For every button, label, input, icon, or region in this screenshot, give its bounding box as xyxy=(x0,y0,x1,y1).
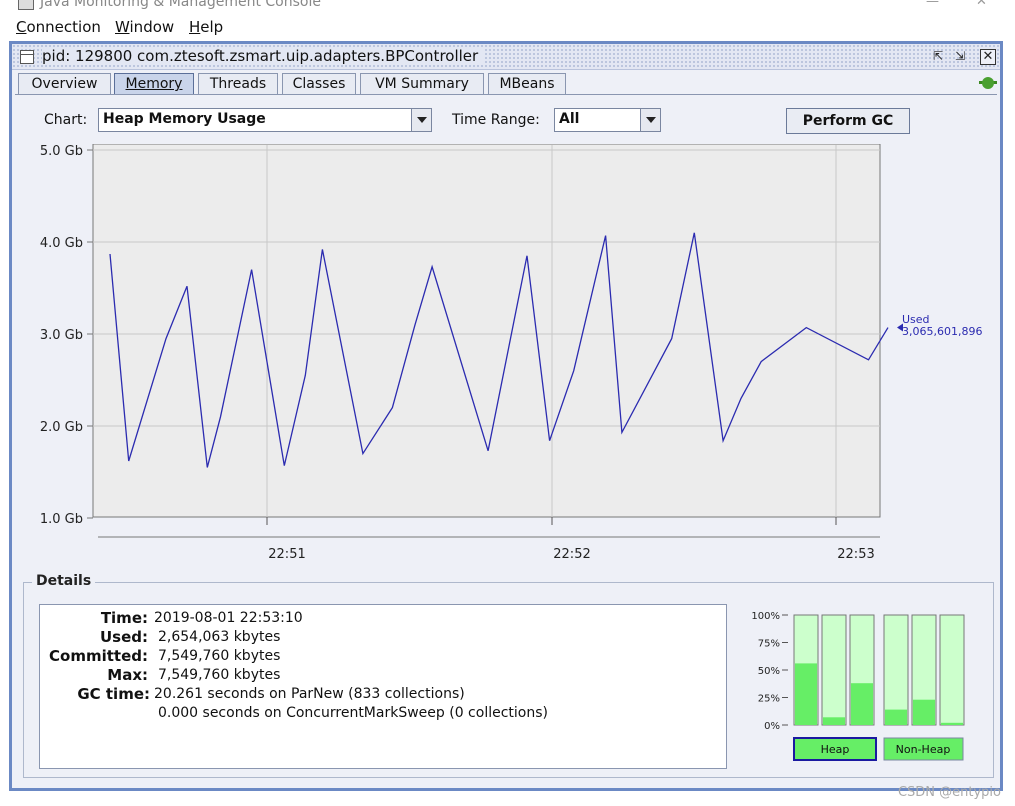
y-tick-label: 4.0 Gb xyxy=(40,236,83,251)
pool-bar-fill xyxy=(851,683,873,725)
tab-classes[interactable]: Classes xyxy=(282,73,356,95)
menu-connection-label: onnection xyxy=(26,18,101,36)
non-heap-label: Non-Heap xyxy=(896,743,951,756)
x-tick-label: 22:52 xyxy=(553,547,590,562)
maximize-icon[interactable]: ⇲ xyxy=(952,49,968,65)
details-title: Details xyxy=(32,573,96,589)
tab-mbeans[interactable]: MBeans xyxy=(488,73,566,95)
pool-bar-fill xyxy=(913,699,935,725)
watermark: CSDN @entypio xyxy=(897,785,1001,800)
app-icon xyxy=(18,0,34,10)
gc-time-key: GC time: xyxy=(77,685,150,703)
time-key: Time: xyxy=(100,609,148,627)
tab-threads[interactable]: Threads xyxy=(198,73,278,95)
pool-y-tick-label: 0% xyxy=(764,721,780,732)
max-value: 7,549,760 kbytes xyxy=(158,667,281,683)
close-window-icon[interactable]: ✕ xyxy=(980,49,996,65)
chevron-down-icon[interactable] xyxy=(411,109,431,131)
app-title-bar: Java Monitoring & Management Console — ✕ xyxy=(0,0,1015,14)
menu-window-label: indow xyxy=(129,18,175,36)
y-tick-label: 5.0 Gb xyxy=(40,144,83,159)
pool-bar-fill xyxy=(795,663,817,725)
close-app-icon[interactable]: ✕ xyxy=(976,0,987,9)
time-range-select[interactable]: All xyxy=(554,108,661,132)
used-key: Used: xyxy=(99,628,148,646)
app-title: Java Monitoring & Management Console xyxy=(40,0,321,10)
menu-help-label: elp xyxy=(200,18,224,36)
pool-y-tick-label: 50% xyxy=(758,666,780,677)
committed-key: Committed: xyxy=(49,647,148,665)
pool-bar-fill xyxy=(941,722,963,725)
menubar: Connection Window Help xyxy=(0,16,1015,38)
tab-memory[interactable]: Memory xyxy=(114,73,194,95)
time-range-label: Time Range: xyxy=(452,112,540,128)
details-panel: Details Time: 2019-08-01 22:53:10 Used: … xyxy=(23,573,994,778)
pool-bar-fill xyxy=(885,709,907,725)
time-value: 2019-08-01 22:53:10 xyxy=(154,610,303,626)
chevron-down-icon[interactable] xyxy=(640,109,660,131)
pool-bar-fill xyxy=(823,717,845,725)
y-tick-label: 2.0 Gb xyxy=(40,420,83,435)
memory-pool-bars: 100% 75% 50% 25% 0% Heap Non-Heap xyxy=(751,611,965,761)
menu-window[interactable]: Window xyxy=(115,18,174,36)
window-title: pid: 129800 com.ztesoft.zsmart.uip.adapt… xyxy=(42,47,485,65)
pool-y-tick-label: 100% xyxy=(751,611,780,622)
pool-y-tick-label: 25% xyxy=(758,694,780,705)
max-key: Max: xyxy=(107,666,148,684)
gc-time-parnew: 20.261 seconds on ParNew (833 collection… xyxy=(154,686,465,702)
restore-icon[interactable]: ⇱ xyxy=(930,49,946,65)
gc-time-cms: 0.000 seconds on ConcurrentMarkSweep (0 … xyxy=(158,705,548,721)
y-tick-label: 3.0 Gb xyxy=(40,328,83,343)
committed-value: 7,549,760 kbytes xyxy=(158,648,281,664)
chart-label: Chart: xyxy=(44,112,88,128)
connection-status-icon xyxy=(979,76,997,90)
connection-window: pid: 129800 com.ztesoft.zsmart.uip.adapt… xyxy=(9,41,1003,791)
pool-bar[interactable] xyxy=(939,614,965,726)
window-title-bar[interactable]: pid: 129800 com.ztesoft.zsmart.uip.adapt… xyxy=(12,44,1000,70)
x-tick-label: 22:53 xyxy=(837,547,874,562)
chart-select-value: Heap Memory Usage xyxy=(103,111,266,127)
plot-area xyxy=(92,144,881,518)
time-range-value: All xyxy=(559,111,580,127)
menu-connection[interactable]: Connection xyxy=(16,18,101,36)
menu-help[interactable]: Help xyxy=(189,18,223,36)
pool-y-tick-label: 75% xyxy=(758,639,780,650)
perform-gc-button[interactable]: Perform GC xyxy=(786,108,910,134)
tab-divider xyxy=(15,94,997,95)
tab-vm-summary[interactable]: VM Summary xyxy=(360,73,484,95)
tab-overview[interactable]: Overview xyxy=(18,73,111,95)
heap-chart: 1.0 Gb 2.0 Gb 3.0 Gb 4.0 Gb 5.0 Gb 22:51 22:5… xyxy=(40,144,982,562)
pool-bar[interactable] xyxy=(821,614,847,726)
chart-select[interactable]: Heap Memory Usage xyxy=(98,108,432,132)
used-value: 3,065,601,896 xyxy=(902,325,982,338)
document-icon xyxy=(20,50,34,64)
x-tick-label: 22:51 xyxy=(268,547,305,562)
y-tick-label: 1.0 Gb xyxy=(40,512,83,527)
used-kbytes-value: 2,654,063 kbytes xyxy=(158,629,281,645)
pool-bar[interactable] xyxy=(883,614,909,726)
heap-label: Heap xyxy=(821,743,850,756)
details-text-area[interactable]: Time: 2019-08-01 22:53:10 Used: 2,654,06… xyxy=(39,604,727,769)
minimize-icon[interactable]: — xyxy=(926,0,939,9)
